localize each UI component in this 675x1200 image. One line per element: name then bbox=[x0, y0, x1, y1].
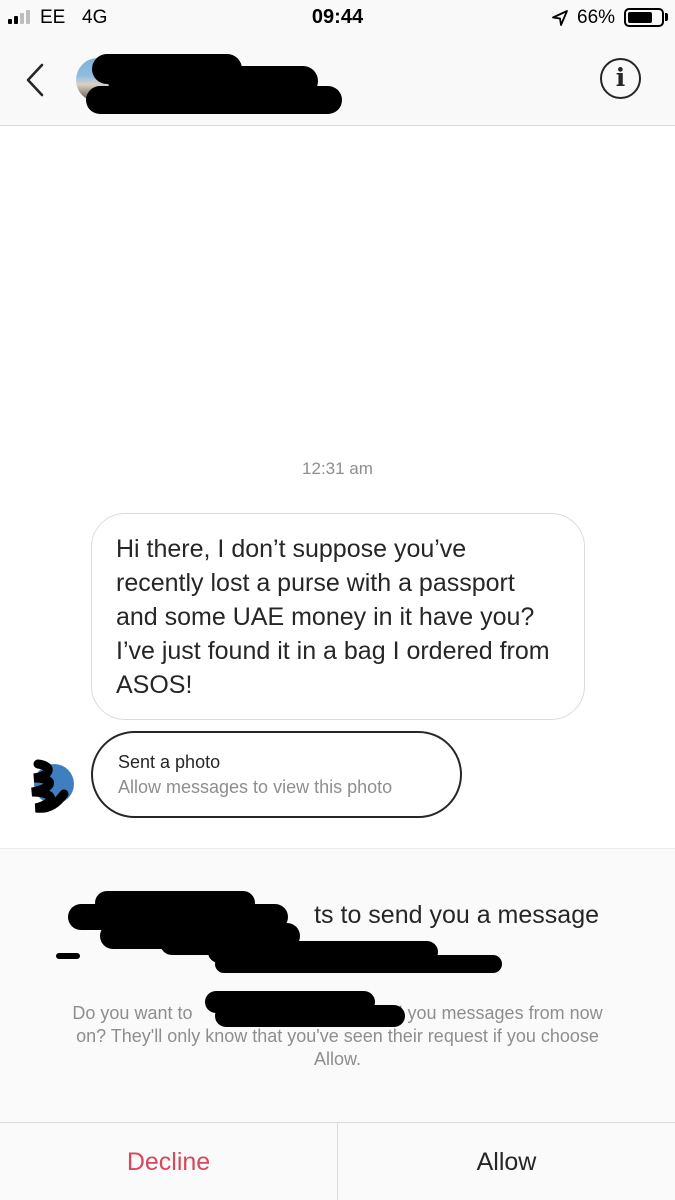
avatar[interactable] bbox=[24, 758, 74, 814]
battery-icon bbox=[624, 8, 664, 27]
conversation-header: i bbox=[0, 36, 675, 126]
battery-percent: 66% bbox=[577, 7, 616, 28]
photo-title: Sent a photo bbox=[118, 752, 221, 772]
photo-subtitle: Allow messages to view this photo bbox=[118, 777, 393, 797]
photo-message-bubble[interactable]: Sent a photo Allow messages to view this… bbox=[91, 731, 462, 818]
message-bubble[interactable]: Hi there, I don’t suppose you’ve recentl… bbox=[91, 513, 585, 720]
allow-button[interactable]: Allow bbox=[338, 1123, 675, 1200]
location-arrow-icon bbox=[552, 10, 568, 26]
info-icon[interactable]: i bbox=[600, 58, 641, 99]
message-timestamp: 12:31 am bbox=[302, 459, 373, 478]
chevron-left-icon[interactable] bbox=[20, 62, 50, 98]
status-time: 09:44 bbox=[311, 6, 364, 28]
request-action-bar: Decline Allow bbox=[0, 1122, 675, 1200]
battery-tip bbox=[665, 13, 668, 21]
status-bar: EE 4G 09:44 66% bbox=[0, 0, 675, 36]
decline-button[interactable]: Decline bbox=[0, 1123, 337, 1200]
request-body-part1: Do you want to bbox=[72, 1003, 193, 1023]
